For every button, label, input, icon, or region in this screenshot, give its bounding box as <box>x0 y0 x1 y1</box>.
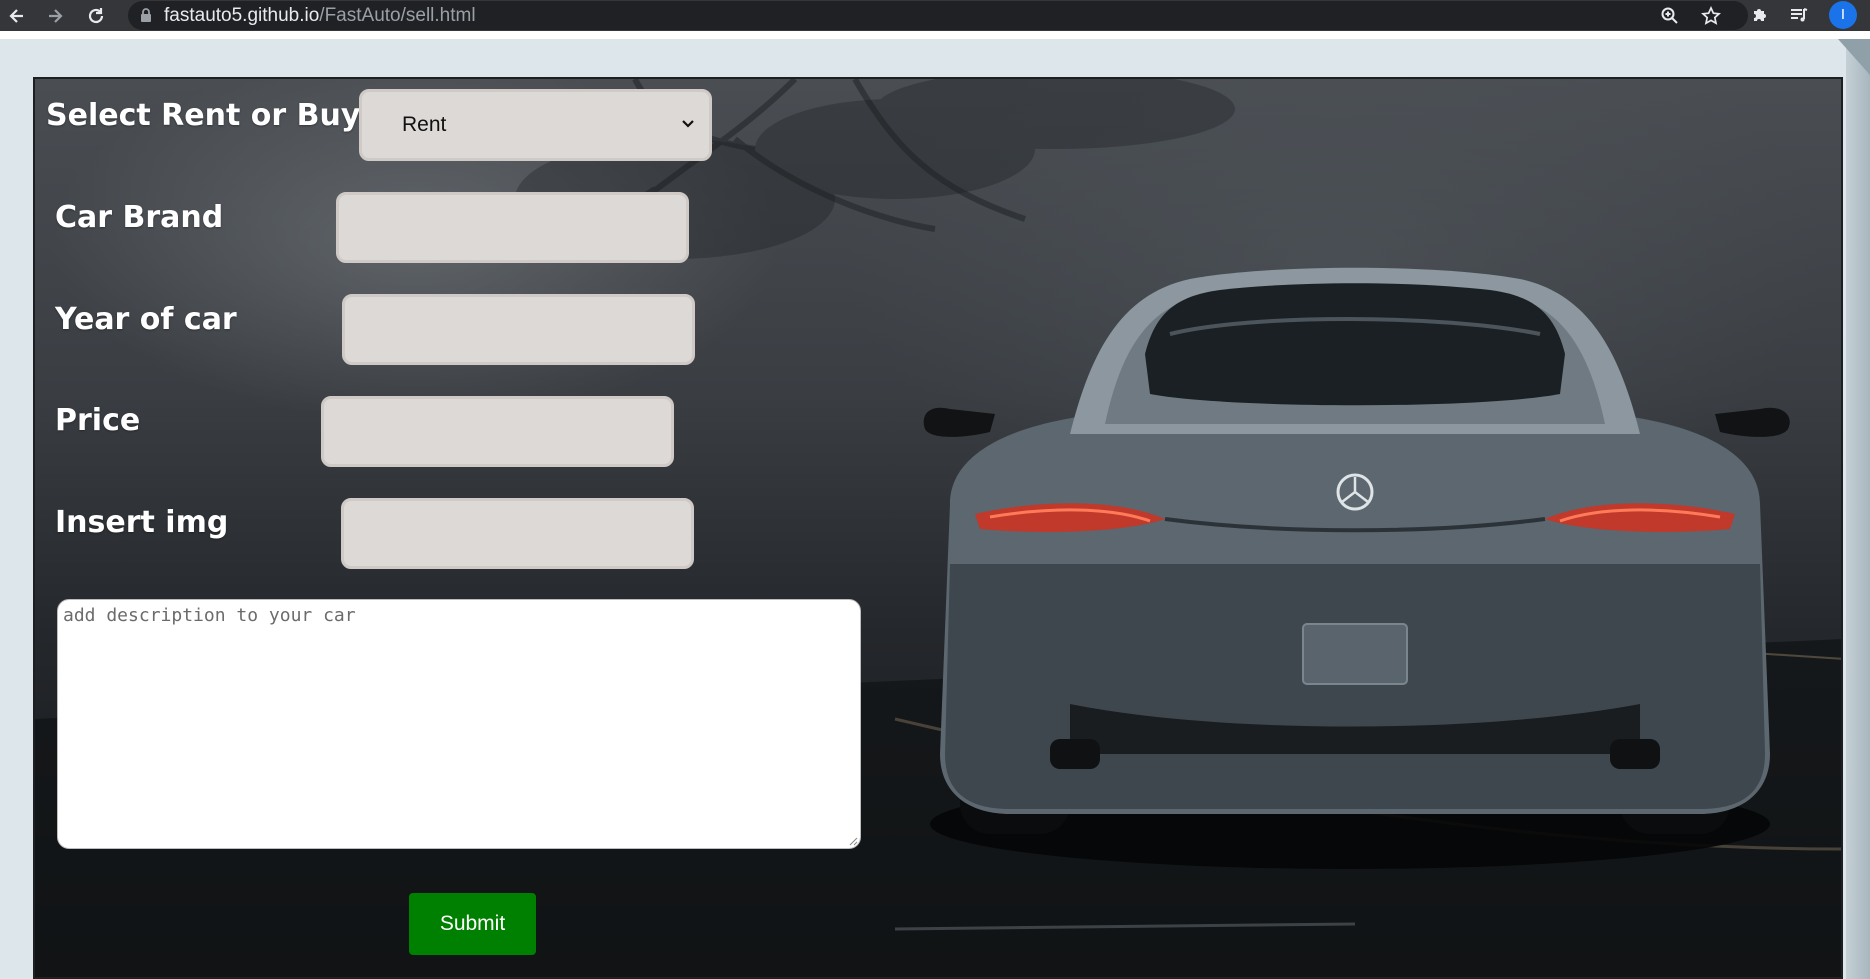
car-brand-input[interactable] <box>336 192 689 263</box>
insert-img-label: Insert img <box>55 505 229 540</box>
browser-toolbar: fastauto5.github.io/FastAuto/sell.html I <box>0 0 1870 31</box>
url-path: /FastAuto/sell.html <box>319 5 476 26</box>
profile-avatar[interactable]: I <box>1829 1 1857 29</box>
url-host: fastauto5.github.io <box>164 5 320 26</box>
rent-or-buy-select[interactable]: Rent <box>359 89 712 161</box>
extensions-puzzle-icon <box>1754 9 1766 21</box>
insert-img-input[interactable] <box>341 498 694 569</box>
reload-icon <box>88 7 104 23</box>
forward-button[interactable] <box>38 0 72 31</box>
lock-icon[interactable] <box>138 7 154 23</box>
url-text[interactable]: fastauto5.github.io/FastAuto/sell.html <box>164 5 476 26</box>
extensions-button[interactable] <box>1748 3 1772 27</box>
reading-list-icon <box>1791 8 1808 22</box>
price-label: Price <box>55 403 141 438</box>
car-brand-label: Car Brand <box>55 200 224 235</box>
forward-arrow-icon <box>49 8 63 23</box>
star-icon <box>1701 6 1721 25</box>
car-image <box>923 267 1790 869</box>
sell-form-section: Select Rent or Buy Rent Car Brand Year o… <box>33 77 1843 979</box>
chevron-down-icon <box>682 120 694 128</box>
back-button[interactable] <box>0 0 34 31</box>
price-input[interactable] <box>321 396 674 467</box>
submit-button[interactable]: Submit <box>409 893 536 955</box>
page-top-strip <box>0 31 1870 39</box>
description-textarea[interactable]: add description to your car <box>57 599 861 849</box>
address-bar[interactable]: fastauto5.github.io/FastAuto/sell.html <box>128 1 1748 30</box>
page-edge <box>1846 39 1870 979</box>
description-placeholder: add description to your car <box>63 605 356 626</box>
rent-or-buy-selected-value: Rent <box>402 113 447 136</box>
zoom-icon <box>1661 7 1678 24</box>
reload-button[interactable] <box>79 0 113 31</box>
back-arrow-icon <box>9 8 23 23</box>
page-corner <box>1838 39 1870 75</box>
year-of-car-input[interactable] <box>342 294 695 365</box>
resize-grip-icon[interactable] <box>848 836 858 846</box>
zoom-button[interactable] <box>1658 4 1682 28</box>
reading-list-button[interactable] <box>1787 3 1811 27</box>
bookmark-button[interactable] <box>1699 4 1723 28</box>
year-of-car-label: Year of car <box>55 302 237 337</box>
rent-or-buy-label: Select Rent or Buy <box>46 98 361 133</box>
